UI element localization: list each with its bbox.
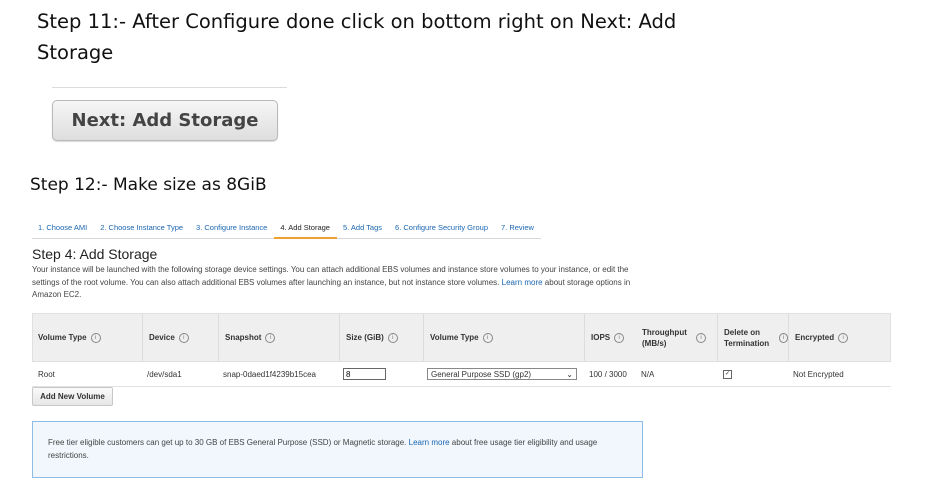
header-label: IOPS [591, 333, 611, 342]
info-icon[interactable]: i [696, 332, 706, 343]
check-icon: ✓ [724, 370, 731, 377]
tab-add-tags[interactable]: 5. Add Tags [336, 223, 390, 239]
cell-snapshot: snap-0daed1f4239b15cea [223, 369, 316, 379]
cell-volume-type: Root [38, 369, 55, 379]
tab-review[interactable]: 7. Review [495, 223, 541, 239]
divider [52, 87, 287, 88]
header-label: Encrypted [795, 333, 835, 342]
free-tier-notice: Free tier eligible customers can get up … [32, 421, 643, 478]
header-volume-type-select: Volume Type i [423, 314, 584, 361]
header-snapshot: Snapshot i [218, 314, 339, 361]
info-icon[interactable]: i [178, 332, 189, 343]
table-header: Volume Type i Device i Snapshot i Size (GiB… [32, 313, 891, 362]
page-description: Your instance will be launched with the … [32, 264, 642, 302]
storage-table: Volume Type i Device i Snapshot i Size (GiB… [32, 313, 891, 387]
header-delete-on-termination: Delete on Termination i [717, 314, 788, 361]
step-12-instruction: Step 12:- Make size as 8GiB [30, 175, 267, 195]
info-icon[interactable]: i [614, 332, 625, 343]
header-throughput: Throughput (MB/s) i [642, 314, 717, 361]
tab-configure-instance[interactable]: 3. Configure Instance [190, 223, 275, 239]
header-device: Device i [142, 314, 218, 361]
header-label: Volume Type [38, 333, 87, 342]
info-icon[interactable]: i [387, 332, 398, 343]
info-icon[interactable]: i [778, 332, 788, 343]
tab-choose-ami[interactable]: 1. Choose AMI [32, 223, 95, 239]
info-icon[interactable]: i [838, 332, 849, 343]
selected-value: General Purpose SSD (gp2) [431, 369, 532, 379]
header-label: Snapshot [225, 333, 262, 342]
add-new-volume-button[interactable]: Add New Volume [32, 387, 113, 406]
table-row: Root /dev/sda1 snap-0daed1f4239b15cea Ge… [32, 362, 891, 387]
header-label: Delete on Termination [724, 327, 770, 348]
header-iops: IOPS i [584, 314, 636, 361]
cell-throughput: N/A [641, 369, 655, 379]
next-add-storage-button[interactable]: Next: Add Storage [52, 100, 278, 141]
header-label: Device [149, 333, 175, 342]
size-cell [343, 362, 386, 386]
step-11-instruction: Step 11:- After Configure done click on … [37, 10, 677, 64]
header-volume-type: Volume Type i [38, 314, 142, 361]
info-icon[interactable]: i [90, 332, 101, 343]
info-icon[interactable]: i [265, 332, 276, 343]
tab-configure-security-group[interactable]: 6. Configure Security Group [389, 223, 495, 239]
cell-device: /dev/sda1 [147, 369, 182, 379]
header-label: Throughput (MB/s) [642, 327, 687, 348]
header-label: Volume Type [430, 333, 479, 342]
notice-text: Free tier eligible customers can get up … [48, 438, 407, 447]
header-encrypted: Encrypted i [788, 314, 888, 361]
delete-on-termination-checkbox[interactable]: ✓ [723, 369, 732, 379]
learn-more-link[interactable]: Learn more [502, 278, 543, 287]
tab-add-storage[interactable]: 4. Add Storage [274, 223, 337, 239]
size-input[interactable] [343, 368, 386, 380]
chevron-down-icon: ⌄ [566, 369, 573, 379]
delete-cell: ✓ [723, 362, 732, 386]
wizard-tabs: 1. Choose AMI 2. Choose Instance Type 3.… [32, 223, 541, 239]
notice-learn-more-link[interactable]: Learn more [409, 438, 450, 447]
tab-choose-instance-type[interactable]: 2. Choose Instance Type [94, 223, 191, 239]
volume-type-select[interactable]: General Purpose SSD (gp2) ⌄ [427, 368, 577, 380]
cell-iops: 100 / 3000 [589, 369, 627, 379]
volume-type-cell: General Purpose SSD (gp2) ⌄ [427, 362, 577, 386]
page-title: Step 4: Add Storage [32, 246, 158, 262]
cell-encrypted: Not Encrypted [793, 369, 844, 379]
header-label: Size (GiB) [346, 333, 384, 342]
info-icon[interactable]: i [482, 332, 493, 343]
header-size: Size (GiB) i [339, 314, 423, 361]
